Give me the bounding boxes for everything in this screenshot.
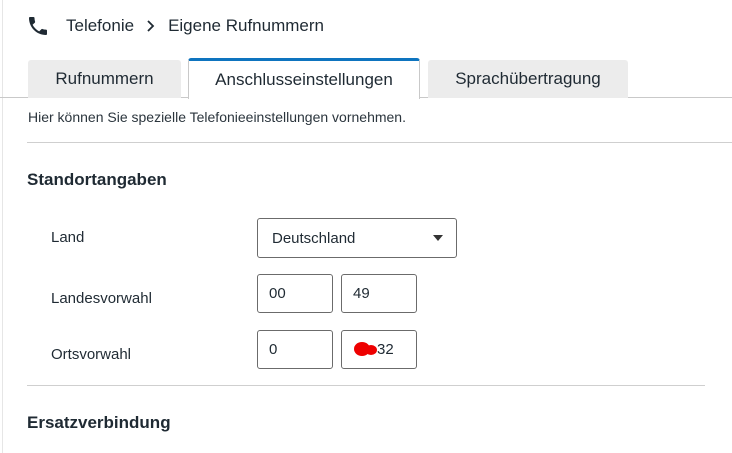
land-select-value: Deutschland [272, 229, 356, 247]
tab-anschlusseinstellungen[interactable]: Anschlusseinstellungen [188, 58, 420, 99]
tab-bar: Rufnummern Anschlusseinstellungen Sprach… [0, 58, 732, 99]
breadcrumb: Telefonie Eigene Rufnummern [26, 12, 324, 40]
caret-down-icon [433, 235, 443, 241]
intro-text: Hier können Sie spezielle Telefonieeinst… [28, 109, 406, 125]
breadcrumb-current: Eigene Rufnummern [168, 16, 324, 35]
tab-rufnummern[interactable]: Rufnummern [28, 60, 181, 98]
divider [27, 385, 705, 386]
divider [27, 142, 732, 143]
ortsvorwahl-code-input[interactable] [341, 330, 417, 369]
chevron-right-icon [144, 19, 158, 33]
section-title-standortangaben: Standortangaben [27, 170, 167, 189]
section-title-ersatzverbindung: Ersatzverbindung [27, 413, 171, 432]
page: Telefonie Eigene Rufnummern Rufnummern A… [0, 0, 732, 453]
breadcrumb-parent[interactable]: Telefonie [66, 16, 134, 36]
landesvorwahl-label: Landesvorwahl [51, 290, 152, 307]
phone-icon [26, 14, 50, 38]
ortsvorwahl-label: Ortsvorwahl [51, 346, 132, 363]
land-label: Land [51, 229, 85, 246]
ortsvorwahl-prefix-input[interactable] [257, 330, 333, 369]
land-select[interactable]: Deutschland [257, 218, 457, 258]
landesvorwahl-code-input[interactable] [341, 274, 417, 313]
landesvorwahl-prefix-input[interactable] [257, 274, 333, 313]
tab-sprachuebertragung[interactable]: Sprachübertragung [428, 60, 628, 98]
